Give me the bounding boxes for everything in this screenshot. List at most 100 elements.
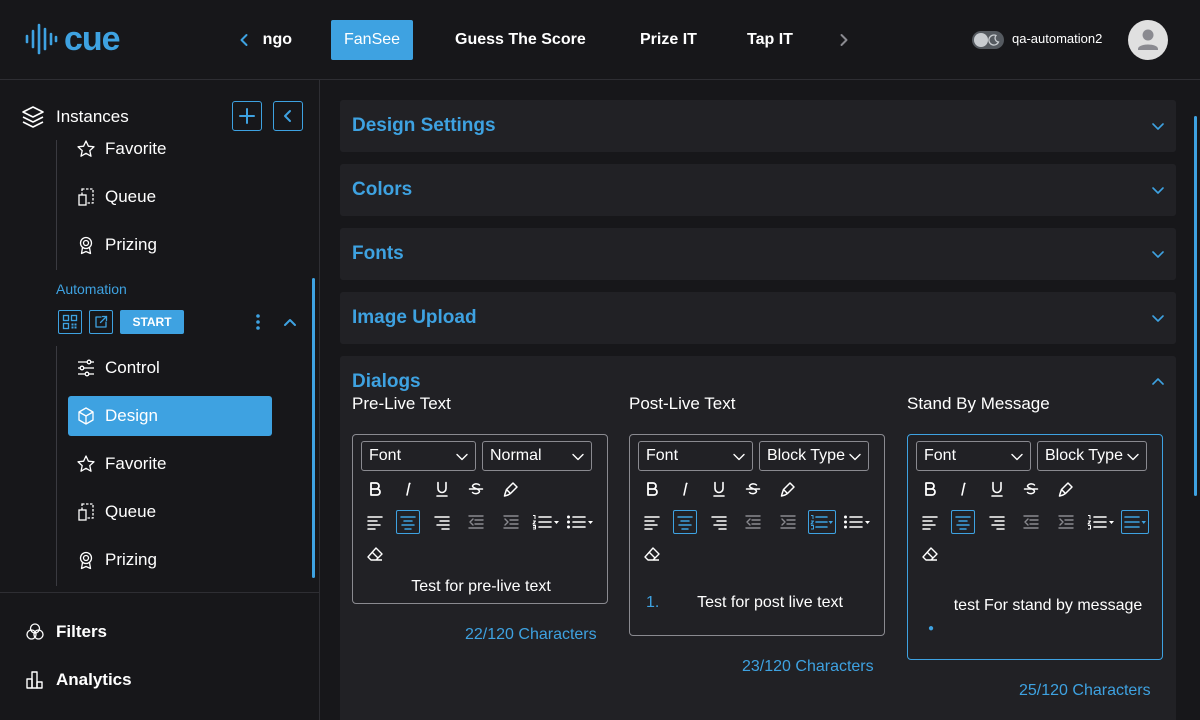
indent-button[interactable] <box>499 510 523 534</box>
bold-button[interactable] <box>918 477 942 501</box>
qr-code-button[interactable] <box>58 310 82 334</box>
italic-button[interactable] <box>951 477 975 501</box>
sidebar-item-label: Filters <box>56 622 108 641</box>
collapse-instance-button[interactable] <box>280 312 300 332</box>
bullet-list-button[interactable] <box>842 510 874 534</box>
bold-button[interactable] <box>640 477 664 501</box>
tabs-prev-button[interactable] <box>234 30 254 50</box>
clear-format-button[interactable] <box>640 542 664 566</box>
collapse-sidebar-button[interactable] <box>273 101 303 131</box>
accordion-title[interactable]: Dialogs <box>352 371 421 393</box>
accordion-design-settings[interactable]: Design Settings <box>340 100 1176 152</box>
tab-guess-the-score[interactable]: Guess The Score <box>455 20 586 60</box>
indent-button[interactable] <box>1054 510 1078 534</box>
pre-live-editor[interactable]: Font Normal Test for pre-live text <box>352 434 608 604</box>
sidebar-item-design[interactable]: Design <box>68 396 272 436</box>
align-right-button[interactable] <box>707 510 731 534</box>
ordered-list-button[interactable] <box>808 510 836 534</box>
block-type-select[interactable]: Block Type <box>1037 441 1147 471</box>
post-live-editor[interactable]: Font Block Type 1. Test for post live te… <box>629 434 885 636</box>
block-type-select[interactable]: Block Type <box>759 441 869 471</box>
strikethrough-button[interactable] <box>464 477 488 501</box>
strikethrough-button[interactable] <box>741 477 765 501</box>
outdent-button[interactable] <box>464 510 488 534</box>
sidebar-item-label: Queue <box>105 187 157 206</box>
italic-button[interactable] <box>396 477 420 501</box>
tab-tap-it[interactable]: Tap IT <box>747 20 793 60</box>
bullet-list-button[interactable] <box>565 510 597 534</box>
highlight-button[interactable] <box>776 477 800 501</box>
clear-format-button[interactable] <box>918 542 942 566</box>
strikethrough-button[interactable] <box>1019 477 1043 501</box>
bullet-list-button[interactable] <box>1121 510 1149 534</box>
sidebar-item-queue[interactable]: Queue <box>68 177 272 217</box>
tab-prize-it[interactable]: Prize IT <box>640 20 697 60</box>
sidebar-item-queue[interactable]: Queue <box>68 492 272 532</box>
highlight-button[interactable] <box>499 477 523 501</box>
stand-by-text[interactable]: test For stand by message <box>948 594 1148 618</box>
sidebar-item-label: Analytics <box>56 670 132 689</box>
align-center-button[interactable] <box>951 510 975 534</box>
stand-by-editor[interactable]: Font Block Type ● test For stand by mess… <box>907 434 1163 660</box>
sidebar-item-control[interactable]: Control <box>68 348 272 388</box>
sidebar-item-prizing[interactable]: Prizing <box>68 540 272 580</box>
outdent-button[interactable] <box>741 510 765 534</box>
pre-live-text[interactable]: Test for pre-live text <box>353 578 609 596</box>
add-instance-button[interactable] <box>232 101 262 131</box>
ordered-list-button[interactable] <box>531 510 563 534</box>
sidebar-item-label: Queue <box>105 502 157 521</box>
highlighter-icon <box>780 482 795 497</box>
font-select[interactable]: Font <box>361 441 476 471</box>
start-button[interactable]: START <box>120 310 184 334</box>
indent-button[interactable] <box>776 510 800 534</box>
open-external-button[interactable] <box>89 310 113 334</box>
sidebar-scrollbar[interactable] <box>312 278 315 578</box>
font-select[interactable]: Font <box>916 441 1031 471</box>
sidebar-item-analytics[interactable]: Analytics <box>24 669 132 691</box>
underline-button[interactable] <box>430 477 454 501</box>
align-center-button[interactable] <box>673 510 697 534</box>
sidebar-item-prizing[interactable]: Prizing <box>68 225 272 265</box>
block-type-select[interactable]: Normal <box>482 441 592 471</box>
main-scrollbar[interactable] <box>1194 116 1197 496</box>
sidebar: Instances Favorite Queue Prizing Automat… <box>0 80 320 720</box>
accordion-image-upload[interactable]: Image Upload <box>340 292 1176 344</box>
instance-name[interactable]: Automation <box>56 281 127 297</box>
more-options-button[interactable] <box>254 312 262 332</box>
indent-icon <box>780 515 796 529</box>
underline-button[interactable] <box>985 477 1009 501</box>
sidebar-item-favorite[interactable]: Favorite <box>68 140 272 169</box>
sidebar-item-filters[interactable]: Filters <box>24 621 107 643</box>
align-right-button[interactable] <box>430 510 454 534</box>
align-left-button[interactable] <box>918 510 942 534</box>
clear-format-button[interactable] <box>363 542 387 566</box>
indent-icon <box>1058 515 1074 529</box>
sidebar-item-favorite[interactable]: Favorite <box>68 444 272 484</box>
stand-by-char-count: 25/120 Characters <box>1019 682 1151 699</box>
theme-toggle[interactable] <box>972 31 1004 49</box>
align-left-button[interactable] <box>363 510 387 534</box>
align-left-button[interactable] <box>640 510 664 534</box>
logo[interactable]: cue <box>24 22 121 56</box>
outdent-button[interactable] <box>1019 510 1043 534</box>
instances-title: Instances <box>56 107 129 126</box>
bullet-marker-icon: ● <box>928 623 935 634</box>
ordered-list-button[interactable] <box>1086 510 1118 534</box>
bold-button[interactable] <box>363 477 387 501</box>
italic-button[interactable] <box>673 477 697 501</box>
post-live-text[interactable]: Test for post live text <box>642 594 898 612</box>
block-type-select-value: Block Type <box>767 447 845 464</box>
font-select[interactable]: Font <box>638 441 753 471</box>
align-center-button[interactable] <box>396 510 420 534</box>
accordion-fonts[interactable]: Fonts <box>340 228 1176 280</box>
chevron-up-icon[interactable] <box>1150 374 1166 390</box>
tabs-next-button[interactable] <box>834 30 854 50</box>
avatar[interactable] <box>1128 20 1168 60</box>
highlight-button[interactable] <box>1054 477 1078 501</box>
tab-bingo[interactable]: Bingo <box>262 20 298 60</box>
accordion-colors[interactable]: Colors <box>340 164 1176 216</box>
tab-fansee[interactable]: FanSee <box>331 20 414 60</box>
instances-list[interactable]: Favorite Queue Prizing Automation START <box>0 140 320 592</box>
underline-button[interactable] <box>707 477 731 501</box>
align-right-button[interactable] <box>985 510 1009 534</box>
